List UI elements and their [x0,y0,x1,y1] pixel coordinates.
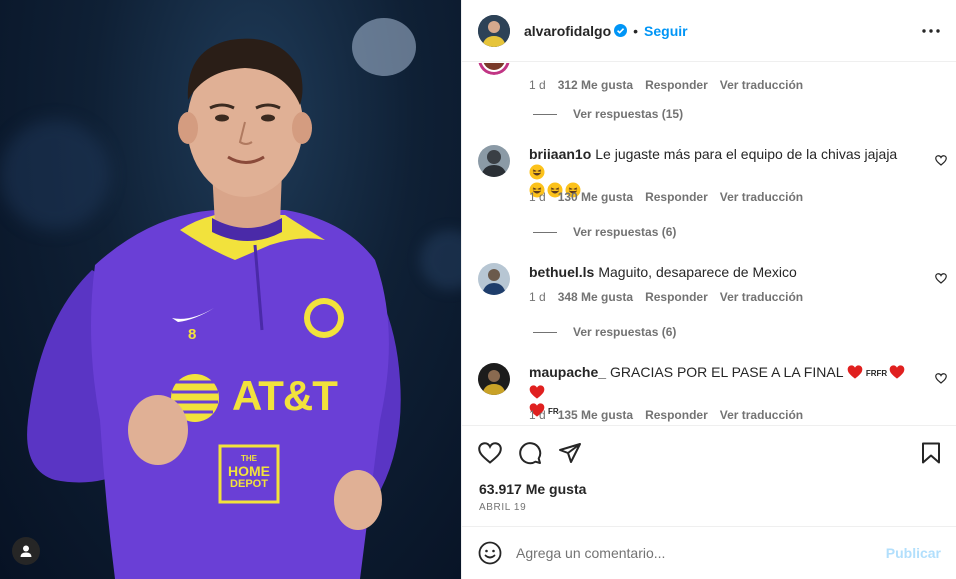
reply-button[interactable]: Responder [645,78,708,92]
emoji-picker-button[interactable] [478,541,502,565]
post-header: alvarofidalgo • Seguir [462,0,956,62]
comment-item: bethuel.ls Maguito, desaparece de Mexico … [478,263,948,323]
replies-divider-line [533,331,557,333]
translate-button[interactable]: Ver traducción [720,408,803,422]
comment-icon [519,441,542,464]
comment-like-button[interactable] [935,153,947,171]
reply-button[interactable]: Responder [645,190,708,204]
user-tag-button[interactable] [12,537,40,565]
replies-divider-line [533,113,557,115]
red-heart-emoji-icon [847,364,863,380]
avatar-image [478,145,510,177]
comments-list[interactable]: 1 d 312 Me gusta Responder Ver traducció… [462,63,956,425]
bookmark-icon [922,442,940,463]
comment-meta: 1 d 348 Me gusta Responder Ver traducció… [529,290,803,304]
author-username[interactable]: alvarofidalgo [524,23,611,39]
save-button[interactable] [921,442,941,464]
comment-meta: 1 d 135 Me gusta Responder Ver traducció… [529,408,803,422]
laughing-emoji-icon [529,164,545,180]
paper-plane-icon [559,442,581,463]
view-replies-button[interactable]: Ver respuestas (15) [533,107,683,121]
user-tag-icon [20,545,32,557]
heart-icon [935,155,947,166]
jersey-number: 8 [188,326,197,343]
red-heart-emoji-icon [889,364,905,380]
comment-time: 1 d [529,290,546,304]
heart-icon [935,373,947,384]
view-replies-button[interactable]: Ver respuestas (6) [533,225,676,239]
action-bar [462,425,956,479]
comment-button[interactable] [518,441,542,465]
translate-button[interactable]: Ver traducción [720,78,803,92]
comment-text: Le jugaste más para el equipo de la chiv… [595,146,898,162]
comment-text: Maguito, desaparece de Mexico [598,264,797,280]
view-replies-label: Ver respuestas (15) [573,107,684,121]
replies-divider-line [533,231,557,233]
avatar-image [478,363,510,395]
comment-likes[interactable]: 312 Me gusta [558,78,633,92]
home-depot-line: HOME [228,463,270,479]
comment-like-button[interactable] [935,371,947,389]
verified-badge-icon [614,24,628,37]
player-figure [27,38,401,579]
follow-button[interactable]: Seguir [644,23,688,39]
comment-meta: 1 d 130 Me gusta Responder Ver traducció… [529,190,803,204]
ellipsis-icon [922,28,940,33]
author-avatar[interactable] [478,14,510,47]
commenter-avatar[interactable] [478,145,510,177]
heart-icon [935,273,947,284]
sponsor-logo: AT&T [232,372,338,419]
like-button[interactable] [478,441,502,464]
post-image[interactable]: 8 AT&T THE HOME DEPOT [0,0,461,579]
red-heart-emoji-icon [529,384,545,400]
commenter-avatar[interactable] [478,363,510,395]
comment-meta: 1 d 312 Me gusta Responder Ver traducció… [529,78,803,92]
comment-text: GRACIAS POR EL PASE A LA FINAL [610,364,843,380]
comment-item: maupache_ GRACIAS POR EL PASE A LA FINAL … [478,363,948,425]
comment-time: 1 d [529,408,546,422]
comment-username[interactable]: maupache_ [529,364,606,380]
commenter-avatar[interactable] [478,63,510,75]
avatar-image [478,14,510,47]
more-options-button[interactable] [922,28,940,33]
comment-username[interactable]: bethuel.ls [529,264,594,280]
smiley-icon [478,541,502,565]
comment-likes[interactable]: 135 Me gusta [558,408,633,422]
post-likes-count[interactable]: 63.917 Me gusta [479,481,586,497]
separator-dot: • [633,22,639,39]
publish-button[interactable]: Publicar [886,545,941,561]
view-replies-button[interactable]: Ver respuestas (6) [533,325,676,339]
post-panel: alvarofidalgo • Seguir 1 d 312 Me gusta … [461,0,956,579]
translate-button[interactable]: Ver traducción [720,290,803,304]
heart-icon [478,441,502,464]
comment-composer: Publicar [462,526,956,579]
comment-text-row: bethuel.ls Maguito, desaparece de Mexico [529,263,909,281]
home-depot-logo: THE HOME DEPOT [223,452,275,491]
comment-input[interactable] [516,545,886,561]
view-replies-label: Ver respuestas (6) [573,325,677,339]
commenter-avatar[interactable] [478,263,510,295]
comment-time: 1 d [529,190,546,204]
comment-likes[interactable]: 130 Me gusta [558,190,633,204]
translate-button[interactable]: Ver traducción [720,190,803,204]
avatar-image [478,263,510,295]
comment-item: briiaan1o Le jugaste más para el equipo d… [478,145,948,215]
home-depot-line: DEPOT [230,478,268,490]
avatar-image [478,63,510,75]
reply-button[interactable]: Responder [645,290,708,304]
post-date[interactable]: ABRIL 19 [479,502,526,513]
comment-username[interactable]: briiaan1o [529,146,591,162]
comment-time: 1 d [529,78,546,92]
view-replies-label: Ver respuestas (6) [573,225,677,239]
frfr-tag: FRFR [865,369,888,378]
comment-likes[interactable]: 348 Me gusta [558,290,633,304]
reply-button[interactable]: Responder [645,408,708,422]
comment-like-button[interactable] [935,271,947,289]
share-button[interactable] [558,442,582,464]
